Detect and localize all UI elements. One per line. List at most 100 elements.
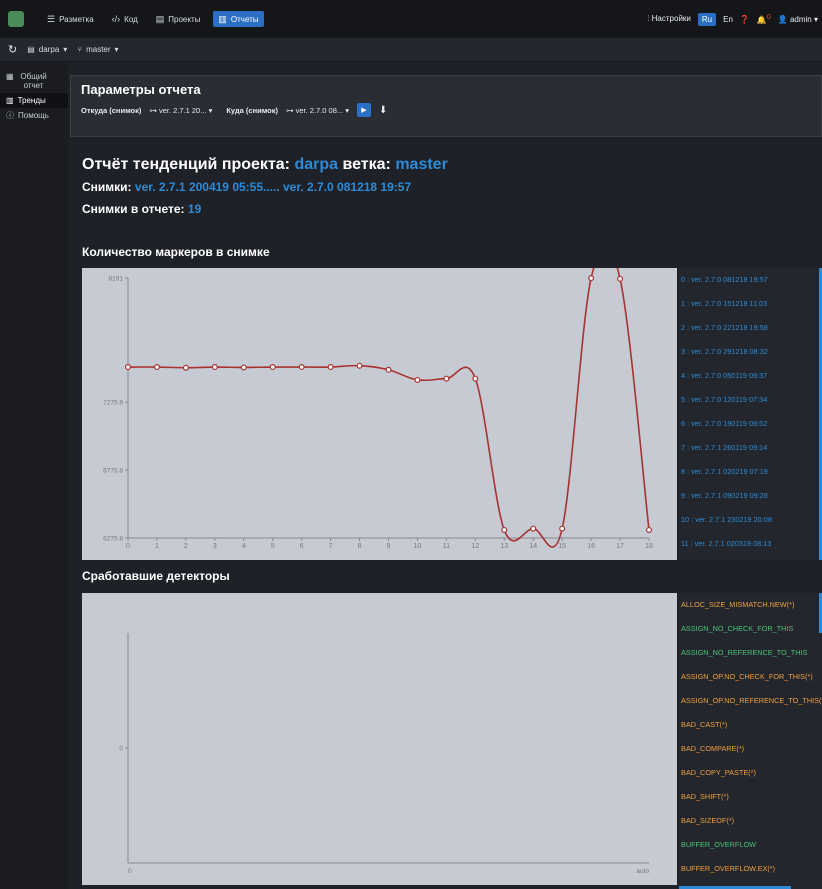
report-branch[interactable]: master [395, 156, 447, 173]
legend-item[interactable]: 10 : ver. 2.7.1 230219 20:08 [679, 508, 822, 532]
legend-item[interactable]: 3 : ver. 2.7.0 291218 08:32 [679, 340, 822, 364]
briefcase-icon: ▤ [155, 13, 165, 24]
nav-reports[interactable]: ▥ Отчеты [213, 11, 264, 27]
data-point [269, 364, 276, 371]
nav-projects[interactable]: ▤ Проекты [151, 11, 206, 27]
data-point [153, 364, 160, 371]
data-point [617, 275, 624, 282]
user-menu[interactable]: 👤 admin ▾ [778, 15, 818, 24]
snapshots-value: ver. 2.7.1 200419 05:55..... ver. 2.7.0 … [134, 180, 412, 194]
legend-item[interactable]: BAD_CAST(*) [679, 713, 822, 737]
legend-item[interactable]: 8 : ver. 2.7.1 020219 07:19 [679, 460, 822, 484]
chart-icon: ▥ [6, 96, 14, 105]
markers-legend: 0 : ver. 2.7.0 081218 19:57 1 : ver. 2.7.… [679, 268, 822, 560]
legend-item[interactable]: 12 : ver. 2.7.1 090319 07:11 [679, 556, 822, 560]
legend-item[interactable]: 6 : ver. 2.7.0 190119 09:52 [679, 412, 822, 436]
report-project[interactable]: darpa [294, 156, 338, 173]
data-point [588, 275, 595, 282]
nav-code[interactable]: ‹/› Код [107, 11, 143, 27]
series-line [127, 246, 650, 548]
from-select[interactable]: ⊶ ver. 2.7.1 20... ▾ [149, 106, 212, 115]
legend-item[interactable]: 0 : ver. 2.7.0 081218 19:57 [679, 268, 822, 292]
table-icon: ▦ [6, 72, 14, 81]
x-tick-label: 0 [128, 868, 132, 875]
notifications-button[interactable]: 🔔0 [757, 14, 771, 25]
legend-item[interactable]: 5 : ver. 2.7.0 120119 07:34 [679, 388, 822, 412]
x-tick-label: 16 [587, 543, 595, 550]
nav-markup-label: Разметка [59, 14, 94, 24]
legend-item[interactable]: BAD_COPY_PASTE(*) [679, 761, 822, 785]
nav-markup[interactable]: ☰ Разметка [42, 11, 99, 27]
legend-item[interactable]: 9 : ver. 2.7.1 090219 09:28 [679, 484, 822, 508]
sidebar: ▦ Общий отчет ▥ Тренды ⓘ Помощь [0, 63, 68, 889]
main-content: Параметры отчета Откуда (снимок) ⊶ ver. … [70, 63, 822, 889]
settings-button[interactable]: ⫶ Настройки [647, 14, 690, 24]
report-title: Отчёт тенденций проекта: darpa ветка: ma… [82, 156, 448, 174]
y-tick-label: 8191 [109, 276, 124, 283]
x-tick-label: 18 [645, 543, 653, 550]
topbar-right: ⫶ Настройки Ru En ❓ 🔔0 👤 admin ▾ [647, 12, 822, 26]
lang-en-button[interactable]: En [723, 15, 733, 24]
legend-item[interactable]: ASSIGN_NO_CHECK_FOR_THIS [679, 617, 822, 641]
data-point [356, 362, 363, 369]
x-tick-label: 14 [529, 543, 537, 550]
data-point [501, 526, 508, 533]
legend-item[interactable]: BAD_SHIFT(*) [679, 785, 822, 809]
legend-item[interactable]: BAD_SIZEOF(*) [679, 809, 822, 833]
report-snapshots: Снимки: ver. 2.7.1 200419 05:55..... ver… [82, 180, 411, 194]
legend-item[interactable]: 1 : ver. 2.7.0 151218 11:03 [679, 292, 822, 316]
nav-reports-label: Отчеты [230, 14, 259, 24]
legend-item[interactable]: ASSIGN_NO_REFERENCE_TO_THIS [679, 641, 822, 665]
chevron-down-icon: ▾ [114, 45, 119, 54]
x-tick-label: 15 [558, 543, 566, 550]
legend-item[interactable]: ASSIGN_OP.NO_REFERENCE_TO_THIS(*) [679, 689, 822, 713]
legend-item[interactable]: 2 : ver. 2.7.0 221218 19:58 [679, 316, 822, 340]
snapshot-icon: ⊶ [286, 105, 296, 115]
lang-ru-button[interactable]: Ru [697, 12, 717, 26]
bell-icon: 🔔 [756, 15, 767, 25]
settings-label: Настройки [651, 14, 691, 23]
info-icon: ⓘ [6, 111, 14, 120]
snapshot-icon: ⊶ [149, 105, 159, 115]
x-tick-label: 3 [213, 543, 217, 550]
x-tick-label: 7 [329, 543, 333, 550]
data-point [530, 525, 537, 532]
markers-chart: 8191 7275.8 6775.8 6275.8 0 1 2 3 4 5 6 7 8 9 10 11 12 13… [82, 246, 677, 560]
data-point [327, 364, 334, 371]
to-value: ver. 2.7.0 08... [295, 105, 344, 115]
play-icon: ▶ [361, 107, 367, 114]
legend-item[interactable]: 4 : ver. 2.7.0 050119 09:37 [679, 364, 822, 388]
count-label: Снимки в отчете: [82, 202, 185, 216]
legend-item[interactable]: BUFFER_OVERFLOW.EX(*) [679, 857, 822, 881]
report-title-prefix: Отчёт тенденций проекта: [82, 156, 290, 173]
sidebar-item-help[interactable]: ⓘ Помощь [0, 108, 68, 123]
to-select[interactable]: ⊶ ver. 2.7.0 08... ▾ [286, 106, 349, 115]
refresh-icon[interactable]: ↻ [8, 43, 17, 56]
from-label: Откуда (снимок) [81, 105, 142, 115]
download-icon[interactable]: ⬇ [379, 105, 387, 116]
x-tick-label: 6 [300, 543, 304, 550]
legend-item[interactable]: ASSIGN_OP.NO_CHECK_FOR_THIS(*) [679, 665, 822, 689]
x-tick-label: 2 [184, 543, 188, 550]
legend-item[interactable]: 11 : ver. 2.7.1 020319 08:13 [679, 532, 822, 556]
data-point [124, 364, 131, 371]
data-point [240, 364, 247, 371]
run-button[interactable]: ▶ [357, 103, 371, 117]
x-tick-label: 10 [414, 543, 422, 550]
briefcase-icon: ▤ [27, 45, 35, 54]
sidebar-item-general-report[interactable]: ▦ Общий отчет [0, 69, 68, 93]
x-tick-label: 11 [443, 543, 450, 550]
x-tick-label: 1 [155, 543, 159, 550]
y-tick-label: 0 [119, 746, 123, 753]
legend-item[interactable]: ALLOC_SIZE_MISMATCH.NEW(*) [679, 593, 822, 617]
sidebar-item-trends[interactable]: ▥ Тренды [0, 93, 68, 108]
branch-selector[interactable]: ⑂ master ▾ [77, 45, 118, 54]
legend-item[interactable]: BAD_COMPARE(*) [679, 737, 822, 761]
app-logo[interactable] [8, 11, 24, 27]
help-icon[interactable]: ❓ [740, 15, 750, 24]
sidebar-item-label: Тренды [17, 96, 46, 105]
legend-item[interactable]: BUFFER_OVERFLOW [679, 833, 822, 857]
project-selector[interactable]: ▤ darpa ▾ [27, 45, 67, 54]
legend-item[interactable]: 7 : ver. 2.7.1 260119 09:14 [679, 436, 822, 460]
nav-projects-label: Проекты [168, 14, 201, 24]
